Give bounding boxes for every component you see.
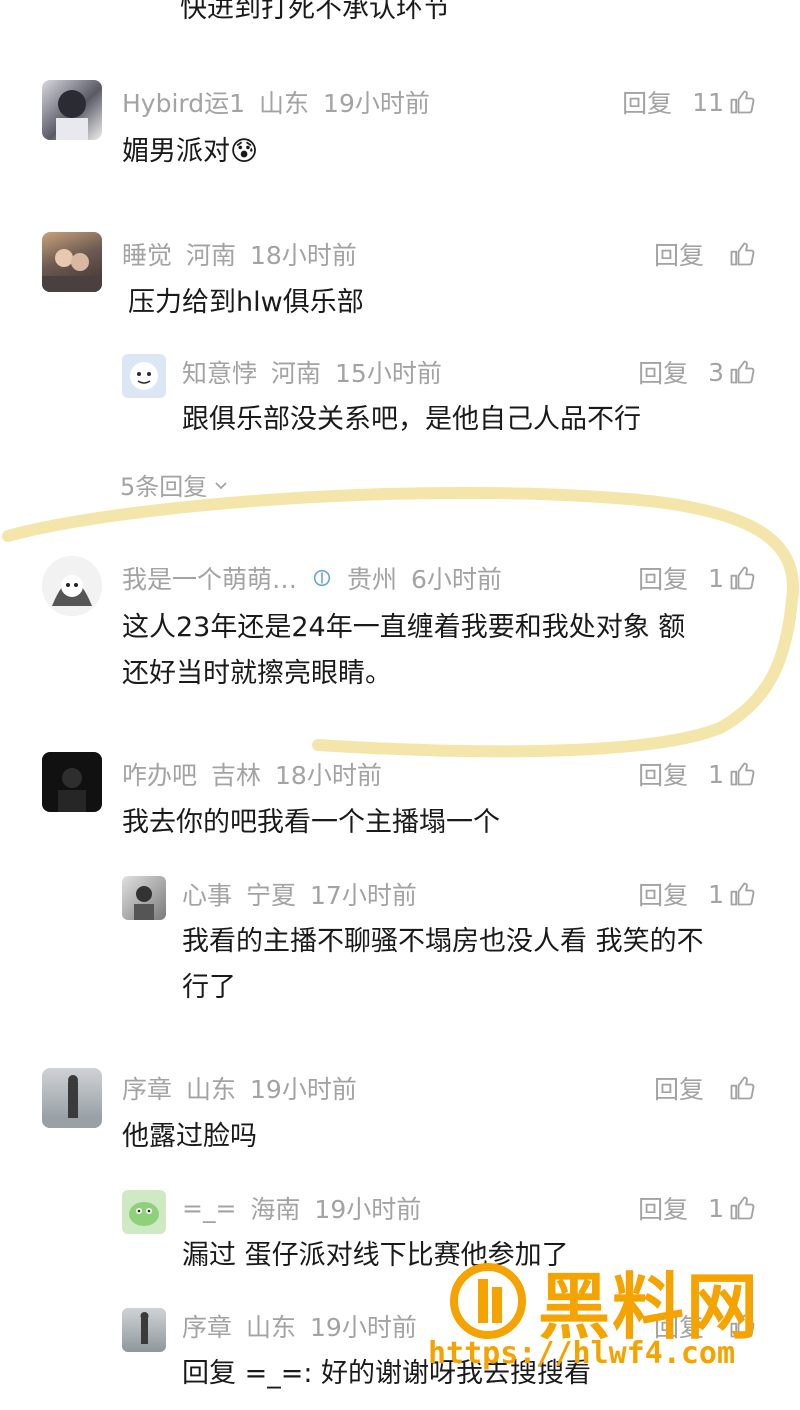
username[interactable]: 序章 (122, 1070, 172, 1106)
thumbs-up-icon[interactable] (728, 564, 756, 592)
avatar[interactable] (122, 1308, 166, 1352)
timestamp: 19小时前 (250, 1075, 357, 1104)
thumbs-up-icon[interactable] (728, 880, 756, 908)
like-count: 1 (708, 759, 724, 789)
location: 河南 (186, 241, 237, 270)
username[interactable]: 我是一个萌萌… (122, 560, 297, 596)
thumbs-up-icon[interactable] (728, 358, 756, 386)
avatar[interactable] (42, 80, 102, 140)
location: 山东 (259, 89, 310, 118)
avatar[interactable] (122, 354, 166, 398)
thumbs-up-icon[interactable] (728, 1312, 756, 1340)
reply-button[interactable]: 回复 (654, 1070, 704, 1106)
comment-text: 媚男派对😰 (122, 136, 259, 167)
username[interactable]: 咋办吧 (122, 756, 197, 792)
reply-text-line: 我看的主播不聊骚不塌房也没人看 我笑的不 (182, 926, 704, 957)
timestamp: 19小时前 (310, 1313, 417, 1342)
username[interactable]: 知意悖 (182, 354, 257, 390)
timestamp: 19小时前 (314, 1195, 422, 1224)
avatar[interactable] (122, 1190, 166, 1234)
reply-button[interactable]: 回复 (638, 1190, 688, 1226)
username[interactable]: 序章 (182, 1308, 232, 1344)
cut-off-comment-text: 快进到打死不承认环节 (180, 0, 450, 24)
comment-text: 我去你的吧我看一个主播塌一个 (122, 807, 500, 838)
comment-text: 压力给到hlw俱乐部 (128, 287, 364, 318)
reply-button[interactable]: 回复 (654, 236, 704, 272)
avatar[interactable] (42, 556, 102, 616)
timestamp: 19小时前 (323, 89, 430, 118)
location: 宁夏 (246, 881, 297, 910)
location: 贵州 (347, 565, 398, 594)
reply-button[interactable]: 回复 (638, 756, 688, 792)
timestamp: 17小时前 (310, 881, 417, 910)
thumbs-up-icon[interactable] (728, 240, 756, 268)
thumbs-up-icon[interactable] (728, 760, 756, 788)
avatar[interactable] (122, 876, 166, 920)
reply-text: 回复 =_=: 好的谢谢呀我去搜搜看 (182, 1358, 592, 1389)
verified-badge-icon (313, 569, 331, 587)
reply-button[interactable]: 回复 (654, 1308, 704, 1344)
timestamp: 18小时前 (250, 241, 357, 270)
comment-text: 他露过脸吗 (122, 1121, 257, 1152)
location: 山东 (246, 1313, 297, 1342)
thumbs-up-icon[interactable] (728, 1074, 756, 1102)
expand-replies-button[interactable]: 5条回复 (120, 467, 231, 502)
location: 河南 (271, 359, 322, 388)
username[interactable]: =_= (182, 1194, 236, 1223)
comment-text-line: 这人23年还是24年一直缠着我要和我处对象 额 (122, 612, 686, 643)
location: 海南 (250, 1195, 301, 1224)
like-count: 1 (708, 563, 724, 593)
like-count: 3 (708, 357, 724, 387)
expand-replies-label: 5条回复 (120, 473, 208, 501)
timestamp: 6小时前 (411, 565, 502, 594)
like-count: 1 (708, 879, 724, 909)
username[interactable]: 心事 (182, 876, 232, 912)
username[interactable]: 睡觉 (122, 236, 172, 272)
location: 山东 (186, 1075, 237, 1104)
reply-button[interactable]: 回复 (622, 84, 672, 120)
timestamp: 18小时前 (275, 761, 382, 790)
like-count: 1 (708, 1193, 724, 1223)
location: 吉林 (211, 761, 262, 790)
avatar[interactable] (42, 232, 102, 292)
username[interactable]: Hybird运1 (122, 84, 245, 120)
comment-text-line: 还好当时就擦亮眼睛。 (122, 658, 392, 689)
reply-button[interactable]: 回复 (638, 354, 688, 390)
thumbs-up-icon[interactable] (728, 88, 756, 116)
timestamp: 15小时前 (335, 359, 442, 388)
reply-button[interactable]: 回复 (638, 560, 688, 596)
avatar[interactable] (42, 1068, 102, 1128)
reply-text-line: 行了 (182, 972, 236, 1003)
reply-button[interactable]: 回复 (638, 876, 688, 912)
reply-text: 漏过 蛋仔派对线下比赛他参加了 (182, 1240, 569, 1271)
avatar[interactable] (42, 752, 102, 812)
reply-text: 跟俱乐部没关系吧，是他自己人品不行 (182, 404, 641, 435)
like-count: 11 (692, 87, 724, 117)
chevron-down-icon (215, 481, 227, 489)
thumbs-up-icon[interactable] (728, 1194, 756, 1222)
